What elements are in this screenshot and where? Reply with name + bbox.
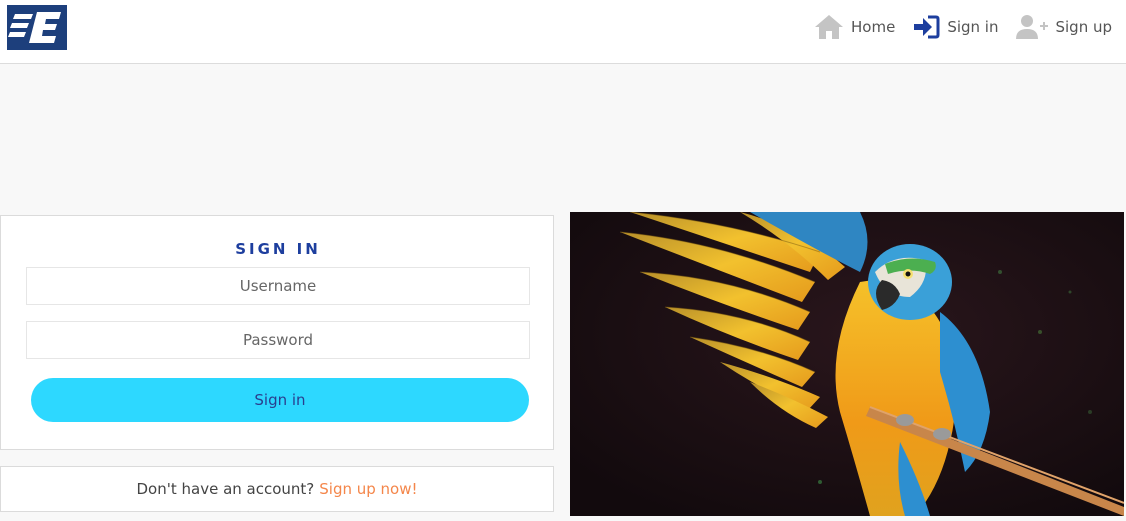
hero-parrot-image [570, 212, 1124, 516]
nav-signin-link[interactable]: Sign in [913, 15, 998, 39]
signup-card: Don't have an account? Sign up now! [0, 466, 554, 512]
signin-title: SIGN IN [235, 240, 321, 258]
username-input[interactable] [26, 267, 530, 305]
nav-signin-label: Sign in [947, 18, 999, 36]
password-input[interactable] [26, 321, 530, 359]
top-navbar: Home Sign in Sign up [0, 0, 1126, 64]
sign-in-icon [914, 15, 940, 39]
signup-prompt: Don't have an account? [136, 480, 315, 498]
nav-home-link[interactable]: Home [814, 14, 895, 40]
nav-links: Home Sign in Sign up [796, 12, 1112, 42]
signin-card: SIGN IN Sign in [0, 215, 554, 450]
home-icon [815, 15, 844, 39]
signup-now-link[interactable]: Sign up now! [319, 480, 417, 498]
logo-e-icon [7, 5, 67, 50]
nav-signup-label: Sign up [1055, 18, 1112, 36]
brand-logo[interactable] [7, 5, 67, 50]
parrot-illustration [570, 212, 1124, 516]
nav-home-label: Home [851, 18, 896, 36]
nav-signup-link[interactable]: Sign up [1016, 14, 1112, 40]
signin-button[interactable]: Sign in [31, 378, 529, 422]
user-plus-icon [1016, 15, 1049, 39]
